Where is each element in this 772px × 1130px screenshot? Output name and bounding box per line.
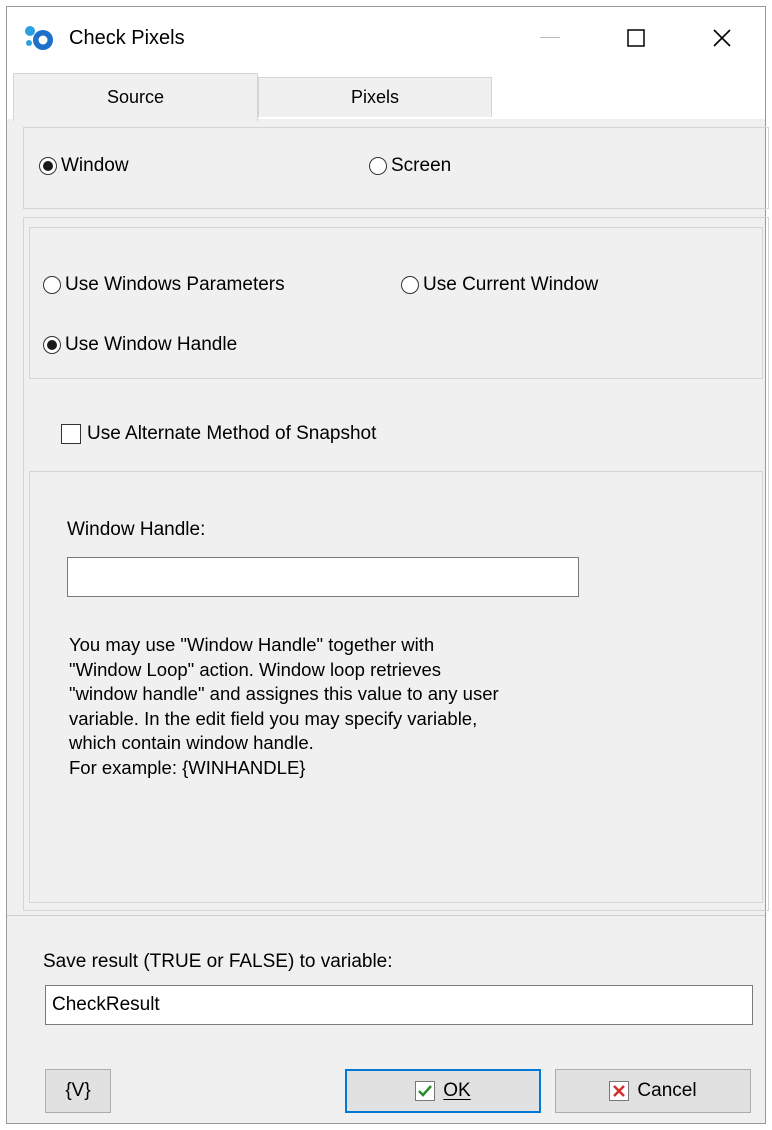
radio-screen-label: Screen bbox=[391, 155, 452, 176]
tab-pixels-label: Pixels bbox=[350, 87, 399, 107]
radio-use-current-window-indicator bbox=[401, 276, 419, 294]
tab-source[interactable]: Source bbox=[13, 73, 258, 121]
ok-button-label: OK bbox=[443, 1080, 471, 1101]
app-icon bbox=[23, 23, 55, 53]
minimize-icon bbox=[540, 37, 560, 38]
maximize-icon bbox=[627, 29, 645, 47]
radio-use-windows-parameters-label: Use Windows Parameters bbox=[65, 274, 285, 295]
save-result-input[interactable] bbox=[45, 985, 753, 1025]
radio-use-current-window-label: Use Current Window bbox=[423, 274, 599, 295]
cross-icon bbox=[609, 1081, 630, 1101]
radio-window-indicator bbox=[39, 157, 57, 175]
minimize-button[interactable] bbox=[507, 7, 593, 69]
dialog-window: Check Pixels Source Pixels Window Screen… bbox=[6, 6, 769, 1124]
radio-screen[interactable]: Screen bbox=[369, 155, 451, 177]
cancel-button-label: Cancel bbox=[637, 1080, 697, 1101]
radio-screen-indicator bbox=[369, 157, 387, 175]
variables-button[interactable]: {V} bbox=[45, 1069, 111, 1113]
alternate-snapshot-box bbox=[61, 424, 81, 444]
radio-use-current-window[interactable]: Use Current Window bbox=[401, 274, 598, 296]
title-bar[interactable]: Check Pixels bbox=[7, 7, 765, 69]
radio-use-window-handle[interactable]: Use Window Handle bbox=[43, 334, 237, 356]
separator bbox=[7, 915, 765, 916]
tab-source-label: Source bbox=[106, 87, 165, 107]
radio-window[interactable]: Window bbox=[39, 155, 129, 177]
window-title: Check Pixels bbox=[69, 27, 185, 49]
alternate-snapshot-checkbox[interactable]: Use Alternate Method of Snapshot bbox=[61, 423, 376, 445]
cancel-button[interactable]: Cancel bbox=[555, 1069, 751, 1113]
close-icon bbox=[713, 29, 731, 47]
radio-use-window-handle-label: Use Window Handle bbox=[65, 334, 238, 355]
window-mode-group bbox=[29, 227, 763, 379]
radio-use-window-handle-indicator bbox=[43, 336, 61, 354]
window-handle-input[interactable] bbox=[67, 557, 579, 597]
radio-window-label: Window bbox=[61, 155, 129, 176]
close-button[interactable] bbox=[679, 7, 765, 69]
ok-button[interactable]: OK bbox=[345, 1069, 541, 1113]
window-handle-help-text: You may use "Window Handle" together wit… bbox=[69, 634, 499, 778]
variables-button-label: {V} bbox=[65, 1080, 91, 1101]
save-result-label: Save result (TRUE or FALSE) to variable: bbox=[43, 951, 393, 972]
maximize-button[interactable] bbox=[593, 7, 679, 69]
tab-pixels[interactable]: Pixels bbox=[258, 77, 492, 117]
radio-use-windows-parameters-indicator bbox=[43, 276, 61, 294]
window-handle-label: Window Handle: bbox=[67, 519, 206, 540]
radio-use-windows-parameters[interactable]: Use Windows Parameters bbox=[43, 274, 285, 296]
checkmark-icon bbox=[415, 1081, 436, 1101]
alternate-snapshot-label: Use Alternate Method of Snapshot bbox=[87, 423, 377, 444]
